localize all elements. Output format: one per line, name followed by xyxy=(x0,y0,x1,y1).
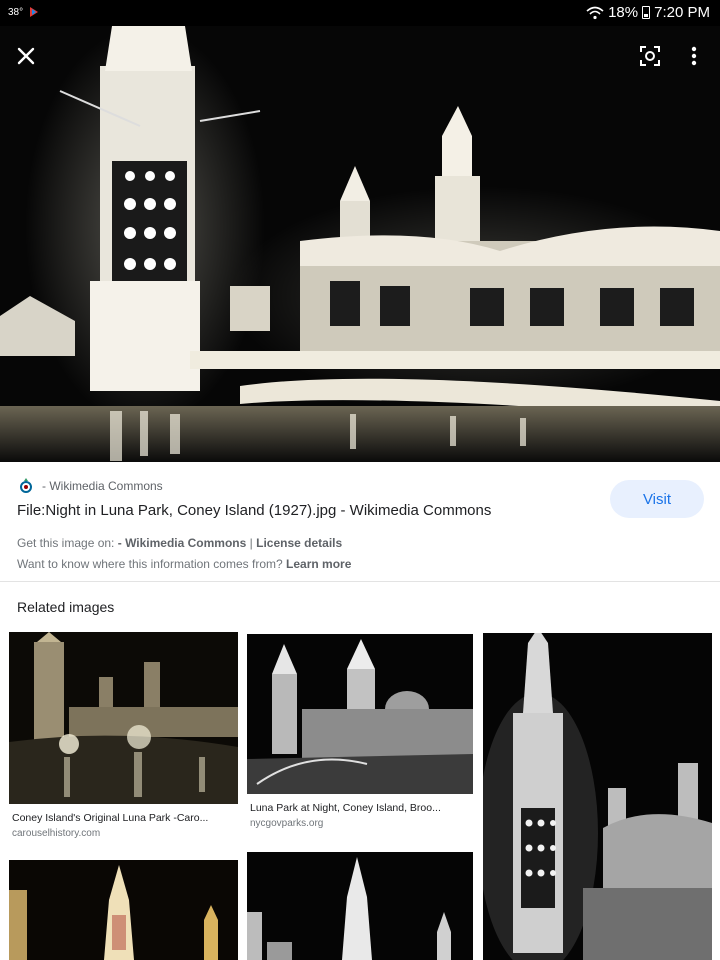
related-image-4[interactable] xyxy=(9,860,238,960)
learn-more-link[interactable]: Learn more xyxy=(286,557,351,571)
related-images-heading: Related images xyxy=(17,599,115,615)
related-image-3-photo xyxy=(483,633,712,960)
status-left: 38° xyxy=(8,6,41,18)
more-vert-icon xyxy=(691,46,697,66)
more-options-button[interactable] xyxy=(676,38,712,74)
image-info-panel: - Wikimedia Commons File:Night in Luna P… xyxy=(0,462,720,582)
status-right: 18% 7:20 PM xyxy=(586,4,710,21)
related-image-5-photo xyxy=(247,852,473,960)
wikimedia-icon xyxy=(20,478,32,493)
visit-button[interactable]: Visit xyxy=(610,480,704,518)
battery-percent: 18% xyxy=(608,4,639,21)
related-image-2-domain: nycgovparks.org xyxy=(250,818,324,829)
close-icon xyxy=(17,47,35,65)
related-image-4-photo xyxy=(9,860,238,960)
close-button[interactable] xyxy=(8,38,44,74)
lens-icon xyxy=(640,46,660,66)
separator: | xyxy=(249,536,253,550)
get-image-source-link[interactable]: - Wikimedia Commons xyxy=(118,536,247,550)
related-image-3[interactable] xyxy=(483,633,712,960)
info-question: Want to know where this information come… xyxy=(17,557,283,571)
wifi-icon xyxy=(586,6,604,19)
get-image-line: Get this image on: - Wikimedia Commons |… xyxy=(17,536,342,550)
temperature-text: 38° xyxy=(8,6,24,18)
app-notification-icon xyxy=(30,7,39,17)
luna-park-night-photo xyxy=(0,26,720,462)
related-image-5[interactable] xyxy=(247,852,473,960)
image-title[interactable]: File:Night in Luna Park, Coney Island (1… xyxy=(17,502,491,519)
related-image-1[interactable] xyxy=(9,632,238,804)
battery-icon xyxy=(642,6,651,19)
status-bar: 38° 18% 7:20 PM xyxy=(0,0,720,26)
lens-button[interactable] xyxy=(632,38,668,74)
source-name: - Wikimedia Commons xyxy=(42,479,163,493)
main-image[interactable] xyxy=(0,26,720,462)
related-image-2-photo xyxy=(247,634,473,794)
related-image-1-caption[interactable]: Coney Island's Original Luna Park -Caro.… xyxy=(12,812,237,824)
info-question-line: Want to know where this information come… xyxy=(17,557,351,571)
get-image-label: Get this image on: xyxy=(17,536,115,550)
clock: 7:20 PM xyxy=(654,4,710,21)
related-image-2-caption[interactable]: Luna Park at Night, Coney Island, Broo..… xyxy=(250,802,472,814)
source-row[interactable]: - Wikimedia Commons xyxy=(18,478,163,494)
license-details-link[interactable]: License details xyxy=(256,536,342,550)
related-image-2[interactable] xyxy=(247,634,473,794)
related-image-1-domain: carouselhistory.com xyxy=(12,828,101,839)
related-image-1-photo xyxy=(9,632,238,804)
